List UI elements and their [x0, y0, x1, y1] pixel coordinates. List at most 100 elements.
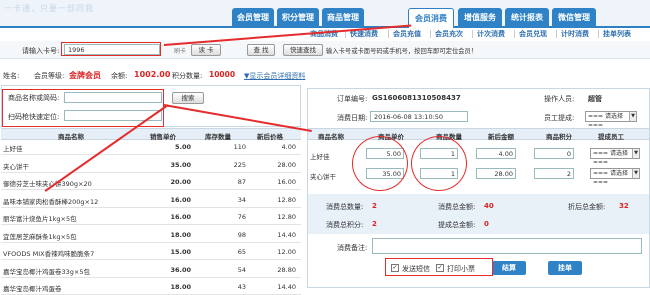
- card-reader-prefix: 刷卡: [174, 48, 187, 55]
- table-row-divider: [1, 224, 301, 225]
- search-button[interactable]: 搜索: [172, 92, 204, 104]
- settle-button[interactable]: 结算: [492, 261, 526, 275]
- chevron-down-icon: ▼: [629, 112, 636, 121]
- annotation-circle-price: [352, 136, 408, 191]
- read-card-button[interactable]: 读 卡: [191, 44, 221, 56]
- nav-tab-points-management[interactable]: 积分管理: [277, 8, 319, 28]
- balance-value: 1002.00: [134, 70, 171, 79]
- product-row-discount: 12.00: [277, 248, 296, 256]
- name-label: 姓名:: [3, 72, 20, 80]
- subnav-count-consumption[interactable]: 计次消费: [477, 28, 505, 40]
- nav-tab-product-management[interactable]: 商品管理: [322, 8, 364, 28]
- commission-total-value: 0: [484, 220, 489, 228]
- annotation-box-card-input: [61, 42, 161, 56]
- cart-row-1-staff-select[interactable]: === 请选择 === ▼: [590, 148, 640, 166]
- product-row-discount: 4.00: [281, 143, 296, 151]
- product-row-price: 15.00: [170, 248, 191, 256]
- remark-input[interactable]: [372, 238, 642, 254]
- member-level-label: 会员等级:: [34, 72, 65, 80]
- product-row-price: 18.00: [170, 283, 191, 291]
- product-row-name[interactable]: 宜莲居芝麻酥条1kg×5包: [3, 231, 143, 241]
- subnav-count-recharge[interactable]: 会员充次: [435, 28, 463, 40]
- table-row-divider: [1, 241, 301, 243]
- total-amount-label: 消费总金额:: [438, 203, 476, 211]
- col-product-name: 商品名称: [58, 133, 84, 141]
- points-label: 积分数量:: [172, 72, 203, 80]
- order-number-value: GS1606081310508437: [372, 94, 461, 102]
- product-row-name[interactable]: VFOODS MIX香辣鸡味脆脆条7: [3, 248, 143, 258]
- total-amount-value: 40: [484, 202, 494, 210]
- subnav-hold-order-list[interactable]: 挂单列表: [603, 28, 631, 40]
- total-points-label: 消费总积分:: [326, 221, 364, 229]
- balance-label: 余额:: [111, 72, 128, 80]
- product-row-price: 20.00: [170, 178, 191, 186]
- product-row-discount: 16.00: [277, 178, 296, 186]
- nav-tab-wechat-management[interactable]: 微信管理: [552, 8, 596, 28]
- product-row-stock: 54: [237, 265, 246, 274]
- product-row-price: 18.00: [170, 230, 191, 239]
- member-level-value: 金牌会员: [69, 71, 101, 80]
- product-row-name[interactable]: 上好佳: [3, 143, 143, 153]
- table-row-divider: [1, 154, 301, 155]
- hold-order-button[interactable]: 挂单: [548, 261, 582, 275]
- nav-tab-value-added-services[interactable]: 增值服务: [458, 8, 502, 28]
- cart-row-1-points-input[interactable]: [534, 148, 574, 159]
- slogan: 一卡通，只要一部同我: [4, 4, 94, 13]
- subnav-timed-consumption[interactable]: 计时消费: [561, 28, 589, 40]
- product-row-name[interactable]: 御德芬芝士味夹心饼390g×20: [3, 178, 143, 188]
- product-row-price: 35.00: [170, 160, 191, 169]
- cart-row-2-amount-input[interactable]: [476, 168, 516, 179]
- subnav-member-recharge[interactable]: 会员充值: [393, 28, 421, 40]
- product-row-discount: 14.40: [277, 230, 296, 239]
- nav-tab-statistics-reports[interactable]: 统计报表: [505, 8, 549, 28]
- sub-navigation: 商品消费 快速消费 会员充值 会员充次 计次消费 会员兑现 计时消费 挂单列表: [0, 28, 650, 40]
- cart-col-points: 商品积分: [546, 133, 572, 141]
- cart-row-2-staff-select[interactable]: === 请选择 === ▼: [590, 168, 640, 186]
- consume-date-label: 消费日期:: [337, 114, 368, 122]
- nav-tab-member-management[interactable]: 会员管理: [232, 8, 274, 28]
- annotation-circle-qty: [411, 136, 467, 191]
- nav-tab-member-consumption[interactable]: 会员消费: [408, 8, 454, 28]
- remark-label: 消费备注:: [337, 244, 368, 252]
- table-row-divider: [1, 206, 301, 208]
- col-discount-price: 新后价格: [257, 133, 283, 141]
- card-hint-text: 输入卡号或卡面号码或手机号，按回车即可定位会员！: [326, 48, 478, 55]
- annotation-box-options: [385, 258, 493, 276]
- staff-commission-select[interactable]: === 请选择 === ▼: [585, 111, 637, 129]
- product-row-stock: 87: [237, 178, 246, 186]
- product-row-stock: 98: [237, 230, 246, 239]
- staff-commission-label: 员工提成:: [544, 114, 575, 122]
- product-row-name[interactable]: 晶味本铺家肉松香酥棒200g×12: [3, 196, 143, 206]
- product-row-name[interactable]: 丽华富汁烧鱼片1kg×5包: [3, 213, 143, 223]
- cart-col-name: 商品名称: [318, 133, 344, 141]
- find-button[interactable]: 查 找: [247, 44, 275, 56]
- product-row-stock: 76: [237, 213, 246, 221]
- col-stock: 库存数量: [205, 133, 231, 141]
- product-row-discount: 12.80: [277, 195, 296, 204]
- annotation-box-search: [2, 89, 164, 127]
- product-row-stock: 225: [233, 160, 246, 169]
- cart-row-2-points-input[interactable]: [534, 168, 574, 179]
- commission-total-label: 提成总金额:: [438, 221, 476, 229]
- show-member-details-link[interactable]: ▼显示会员详细资料: [244, 71, 305, 81]
- product-row-discount: 28.80: [277, 265, 296, 274]
- total-points-value: 2: [372, 220, 377, 228]
- cart-col-staff: 提成员工: [598, 133, 624, 141]
- product-row-stock: 65: [237, 248, 246, 256]
- total-qty-label: 消费总数量:: [326, 203, 364, 211]
- product-row-stock: 43: [237, 283, 246, 291]
- product-row-stock: 110: [233, 143, 246, 151]
- total-qty-value: 2: [372, 202, 377, 210]
- product-row-discount: 14.40: [277, 283, 296, 291]
- cart-row-1-amount-input[interactable]: [476, 148, 516, 159]
- order-number-label: 订单编号:: [337, 95, 368, 103]
- col-sale-price: 销售单价: [150, 133, 176, 141]
- cart-col-amount: 新后金额: [488, 133, 514, 141]
- quick-find-button[interactable]: 快速查找: [283, 44, 323, 56]
- consume-date-input[interactable]: [370, 111, 468, 122]
- product-row-name[interactable]: 嘉华宝岛椰汁鸡蛋卷: [3, 283, 143, 293]
- chevron-down-icon: ▼: [632, 169, 639, 178]
- product-row-discount: 28.00: [277, 160, 296, 169]
- product-row-name[interactable]: 嘉华宝岛椰汁鸡蛋卷33g×5包: [3, 266, 143, 276]
- subnav-member-redeem[interactable]: 会员兑现: [519, 28, 547, 40]
